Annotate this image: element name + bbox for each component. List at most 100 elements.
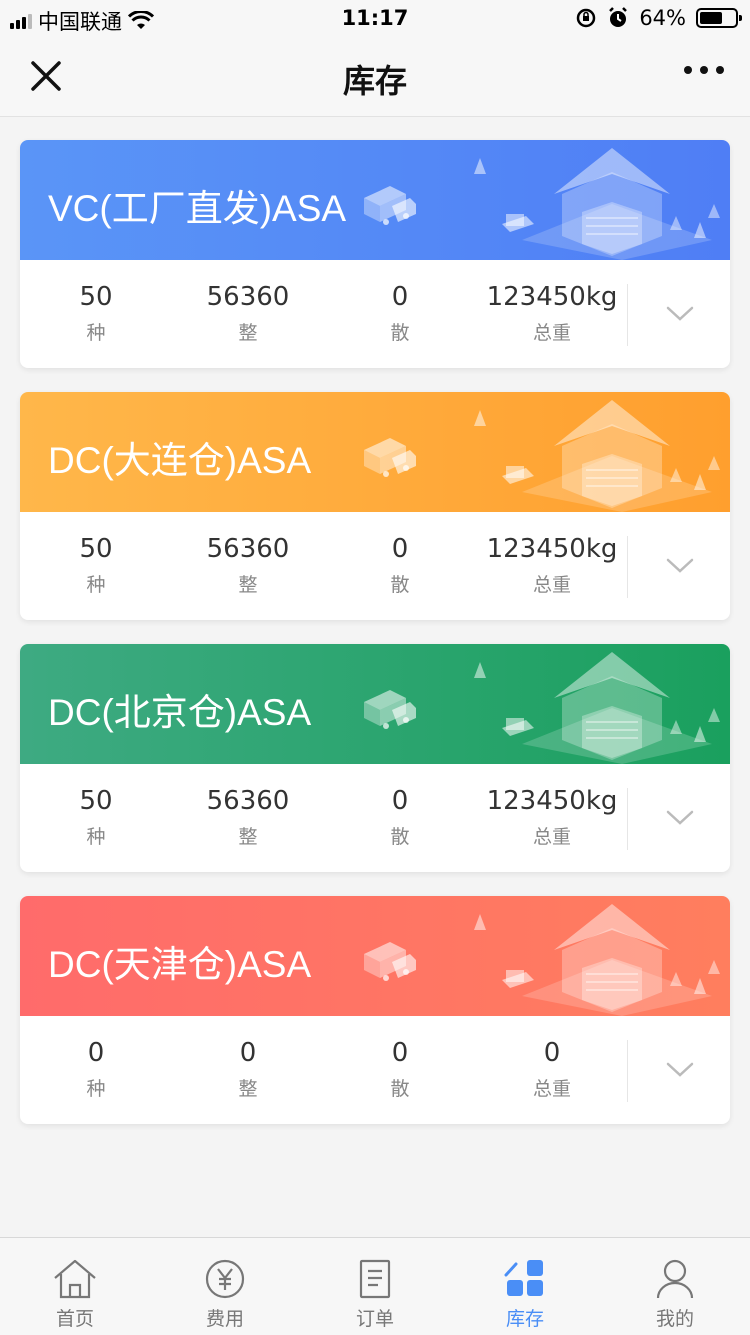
stat-total-weight: 0 总重 — [476, 1036, 628, 1101]
truck-icon — [362, 180, 418, 232]
chevron-down-icon[interactable] — [660, 550, 700, 580]
truck-icon — [362, 684, 418, 736]
tab-orders[interactable]: 订单 — [300, 1238, 450, 1335]
stat-value: 50 — [79, 534, 113, 564]
warehouse-card[interactable]: VC(工厂直发)ASA 50 种 56360 整 0散 123450kg 总重 — [20, 140, 730, 368]
stat-whole: 56360 整 — [172, 280, 324, 345]
truck-icon — [362, 432, 418, 484]
battery-percent: 64% — [639, 6, 686, 30]
alarm-icon — [609, 7, 628, 27]
card-stats: 50 种 56360 整 0散 123450kg 总重 — [20, 512, 730, 620]
stat-value: 0 — [543, 1038, 561, 1068]
warehouse-title: VC(工厂直发)ASA — [48, 188, 347, 229]
stat-label: 总重 — [532, 574, 571, 596]
stat-kinds: 50 种 — [20, 784, 172, 849]
stat-value: 0 — [391, 786, 409, 816]
stat-value: 123450kg — [486, 534, 618, 564]
chevron-down-icon[interactable] — [660, 298, 700, 328]
stat-value: 56360 — [206, 534, 290, 564]
warehouse-title: DC(北京仓)ASA — [48, 692, 312, 733]
card-stats: 50 种 56360 整 0散 123450kg 总重 — [20, 260, 730, 368]
stat-label: 散 — [390, 322, 410, 344]
stat-value: 123450kg — [486, 282, 618, 312]
yuan-icon — [205, 1259, 245, 1299]
chevron-down-icon[interactable] — [660, 1054, 700, 1084]
warehouse-title: DC(大连仓)ASA — [48, 440, 312, 481]
stat-label: 种 — [86, 1078, 106, 1100]
warehouse-illustration — [362, 900, 722, 1016]
profile-icon — [656, 1259, 694, 1299]
home-icon — [54, 1259, 96, 1299]
stat-value: 56360 — [206, 282, 290, 312]
status-right: 64% — [575, 6, 742, 30]
chevron-down-icon[interactable] — [660, 802, 700, 832]
inventory-icon — [504, 1260, 543, 1296]
warehouse-card[interactable]: DC(北京仓)ASA 50 种 56360 整 0散 123450kg 总重 — [20, 644, 730, 872]
stat-label: 种 — [86, 322, 106, 344]
stat-label: 整 — [238, 1078, 258, 1100]
orientation-lock-icon — [577, 8, 596, 28]
tab-home[interactable]: 首页 — [0, 1238, 150, 1335]
stat-label: 总重 — [532, 826, 571, 848]
tab-label: 首页 — [55, 1308, 94, 1330]
stat-value: 0 — [391, 534, 409, 564]
divider — [627, 284, 628, 346]
divider — [627, 1040, 628, 1102]
stat-kinds: 50 种 — [20, 532, 172, 597]
page-title: 库存 — [342, 62, 407, 100]
stat-label: 散 — [390, 1078, 410, 1100]
stat-value: 50 — [79, 786, 113, 816]
stat-value: 0 — [391, 1038, 409, 1068]
battery-icon — [696, 8, 742, 28]
status-bar: 中国联通 11:17 64% — [0, 0, 750, 36]
stat-total-weight: 123450kg 总重 — [476, 532, 628, 597]
stat-label: 种 — [86, 826, 106, 848]
card-header: VC(工厂直发)ASA — [20, 140, 730, 260]
stat-loose: 0散 — [324, 532, 476, 597]
tab-label: 库存 — [505, 1308, 544, 1330]
stat-label: 散 — [390, 574, 410, 596]
tab-profile[interactable]: 我的 — [600, 1238, 750, 1335]
card-header: DC(北京仓)ASA — [20, 644, 730, 764]
more-options-icon[interactable] — [684, 66, 724, 74]
stat-kinds: 50 种 — [20, 280, 172, 345]
nav-bar: 库存 — [0, 36, 750, 117]
stat-whole: 0整 — [172, 1036, 324, 1101]
tab-inventory[interactable]: 库存 — [450, 1238, 600, 1335]
stat-label: 整 — [238, 574, 258, 596]
divider — [627, 536, 628, 598]
card-stats: 50 种 56360 整 0散 123450kg 总重 — [20, 764, 730, 872]
truck-icon — [362, 936, 418, 988]
divider — [627, 788, 628, 850]
tab-label: 费用 — [205, 1308, 244, 1330]
stat-kinds: 0种 — [20, 1036, 172, 1101]
warehouse-title: DC(天津仓)ASA — [48, 944, 312, 985]
stat-label: 散 — [390, 826, 410, 848]
warehouse-card-list: VC(工厂直发)ASA 50 种 56360 整 0散 123450kg 总重 DC(… — [20, 140, 730, 1148]
stat-label: 整 — [238, 322, 258, 344]
stat-value: 0 — [87, 1038, 105, 1068]
stat-label: 整 — [238, 826, 258, 848]
stat-total-weight: 123450kg 总重 — [476, 784, 628, 849]
stat-loose: 0散 — [324, 280, 476, 345]
tab-label: 我的 — [655, 1308, 694, 1330]
stat-value: 0 — [239, 1038, 257, 1068]
tab-fees[interactable]: 费用 — [150, 1238, 300, 1335]
stat-loose: 0散 — [324, 1036, 476, 1101]
order-icon — [359, 1259, 391, 1299]
stat-value: 0 — [391, 282, 409, 312]
stat-label: 总重 — [532, 1078, 571, 1100]
tab-label: 订单 — [355, 1308, 394, 1330]
warehouse-card[interactable]: DC(天津仓)ASA 0种 0整 0散 0 总重 — [20, 896, 730, 1124]
warehouse-card[interactable]: DC(大连仓)ASA 50 种 56360 整 0散 123450kg 总重 — [20, 392, 730, 620]
stat-total-weight: 123450kg 总重 — [476, 280, 628, 345]
stat-loose: 0散 — [324, 784, 476, 849]
card-stats: 0种 0整 0散 0 总重 — [20, 1016, 730, 1124]
stat-value: 56360 — [206, 786, 290, 816]
stat-whole: 56360 整 — [172, 784, 324, 849]
card-header: DC(天津仓)ASA — [20, 896, 730, 1016]
stat-label: 总重 — [532, 322, 571, 344]
warehouse-illustration — [362, 648, 722, 764]
tab-bar: 首页 费用 订单 库存 我的 — [0, 1237, 750, 1335]
warehouse-illustration — [362, 396, 722, 512]
